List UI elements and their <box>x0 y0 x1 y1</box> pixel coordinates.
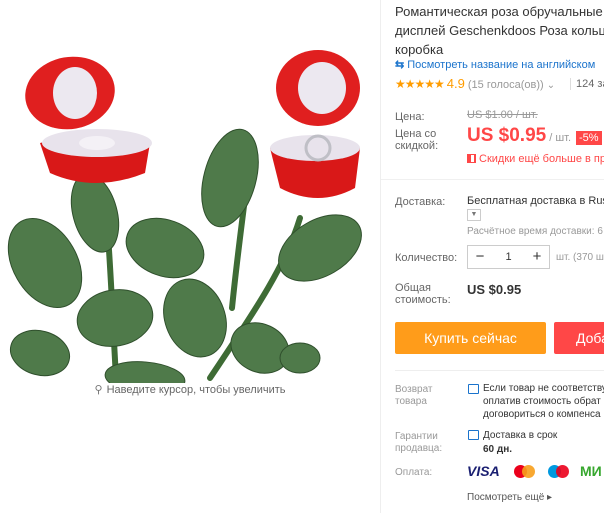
returns-text: Если товар не соответству оплатив стоимо… <box>483 383 604 420</box>
product-gallery: ⚲ Наведите курсор, чтобы увеличить <box>0 0 380 513</box>
product-title: Романтическая роза обручальные дисплей G… <box>395 4 604 57</box>
add-to-cart-button[interactable]: Доба <box>554 322 604 354</box>
orders-divider <box>570 78 571 90</box>
new-price-value: US $0.95 <box>467 125 547 146</box>
translate-icon: ⇆ <box>395 59 405 71</box>
guarantee-label: Гарантии продавца: <box>395 431 443 454</box>
quantity-label: Количество: <box>395 252 458 264</box>
discount-price-label: Цена со скидкой: <box>395 128 439 152</box>
discount-badge: -5% <box>576 131 602 145</box>
stars-icon: ★★★★★ <box>395 77 445 91</box>
maestro-icon <box>548 465 570 479</box>
new-price: US $0.95/ шт. <box>467 125 571 147</box>
quantity-unit: шт. (370 ш <box>556 252 604 263</box>
guarantee-text: Доставка в срок <box>483 430 558 441</box>
mir-icon: МИ <box>580 463 602 479</box>
rating-count: (15 голоса(ов)) <box>467 79 544 91</box>
rose-box-right <box>270 50 360 198</box>
payment-label: Оплата: <box>395 467 433 478</box>
quantity-decrease-button[interactable]: − <box>468 246 492 268</box>
old-price: US $1.00 / шт. <box>467 109 538 121</box>
truck-icon <box>468 430 479 440</box>
mastercard-icon <box>514 465 536 479</box>
quantity-stepper: − 1 + <box>467 245 550 269</box>
guarantee-days: 60 дн. <box>483 444 513 455</box>
translate-link-text: Посмотреть название на английском <box>407 59 596 71</box>
total-label: Общая стоимость: <box>395 282 451 306</box>
rose-box-left <box>25 56 152 183</box>
app-offer-text: Скидки ещё больше в при <box>479 153 604 165</box>
orders-count: 124 за <box>576 78 604 90</box>
quantity-input[interactable]: 1 <box>492 246 525 268</box>
gallery-divider <box>380 0 381 513</box>
section-divider <box>395 370 604 371</box>
buy-now-button[interactable]: Купить сейчас <box>395 322 546 354</box>
total-value: US $0.95 <box>467 282 522 297</box>
translate-title-link[interactable]: ⇆ Посмотреть название на английском <box>395 58 595 71</box>
chevron-down-icon: ▼ <box>470 211 478 218</box>
returns-label: Возврат товара <box>395 384 433 407</box>
app-offer-link[interactable]: Скидки ещё больше в при <box>467 153 604 165</box>
product-image[interactable] <box>0 48 380 383</box>
see-more-link[interactable]: Посмотреть ещё ▸ <box>467 492 552 503</box>
shipping-value[interactable]: Бесплатная доставка в Rus <box>467 195 604 207</box>
quantity-increase-button[interactable]: + <box>525 246 549 268</box>
rating-value: 4.9 <box>446 76 465 91</box>
shipping-time: Расчётное время доставки: 6 <box>467 226 603 237</box>
zoom-hint: ⚲ Наведите курсор, чтобы увеличить <box>0 383 380 396</box>
zoom-hint-text: Наведите курсор, чтобы увеличить <box>106 384 286 396</box>
chevron-down-icon: ⌄ <box>546 80 556 91</box>
shipping-label: Доставка: <box>395 196 446 208</box>
price-unit: / шт. <box>549 132 572 144</box>
rating[interactable]: ★★★★★ 4.9 (15 голоса(ов)) ⌄ <box>395 76 555 91</box>
visa-icon: VISA <box>467 463 500 479</box>
price-label: Цена: <box>395 111 425 123</box>
returns-icon <box>468 384 479 394</box>
qr-code-icon <box>467 154 476 163</box>
shipping-dropdown[interactable]: ▼ <box>467 209 481 221</box>
magnifier-icon: ⚲ <box>94 384 103 396</box>
